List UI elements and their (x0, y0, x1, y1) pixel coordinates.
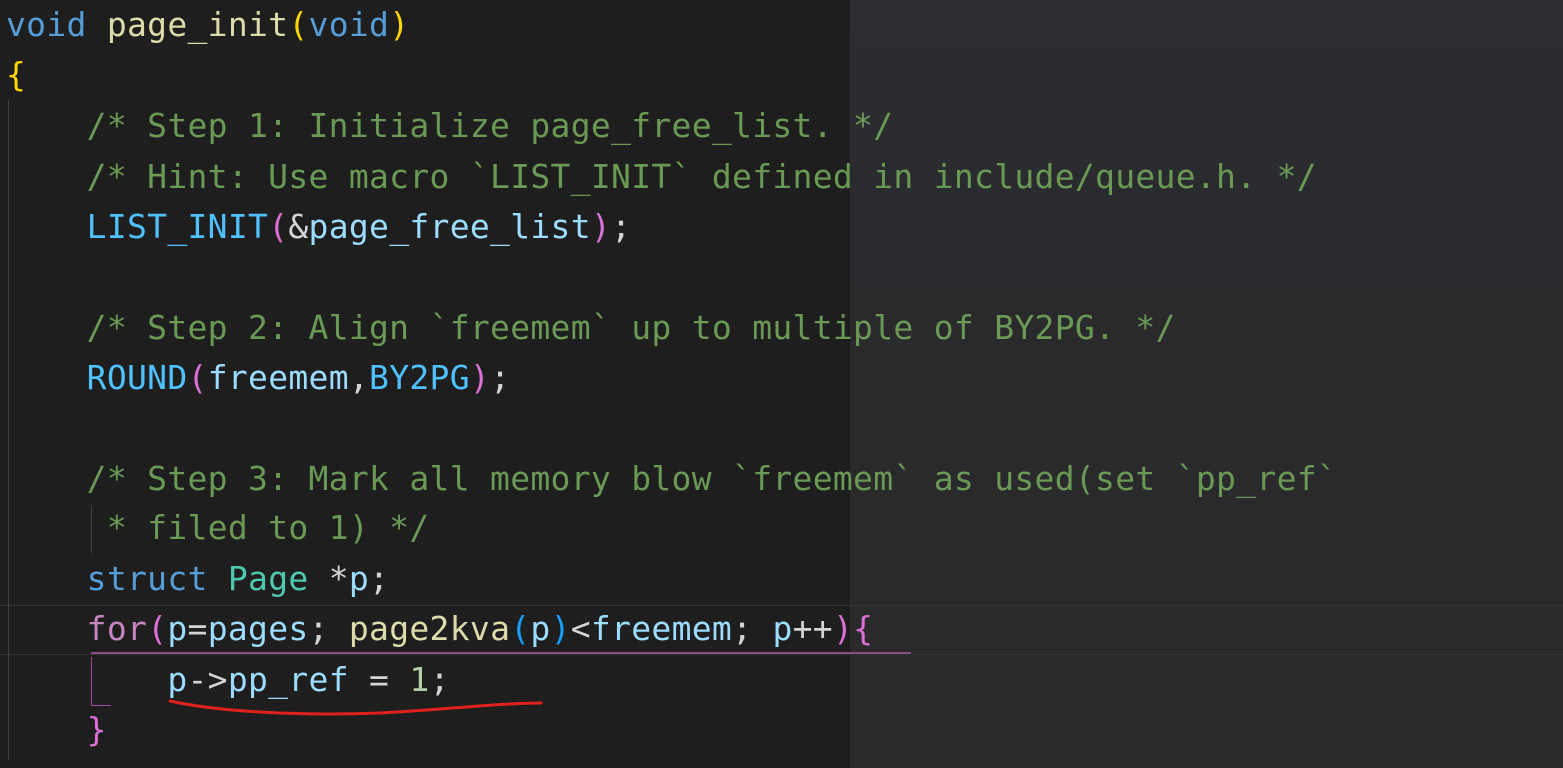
red-underline-annotation (168, 699, 543, 716)
code-editor[interactable]: void page_init(void) { /* Step 1: Initia… (0, 0, 1563, 768)
